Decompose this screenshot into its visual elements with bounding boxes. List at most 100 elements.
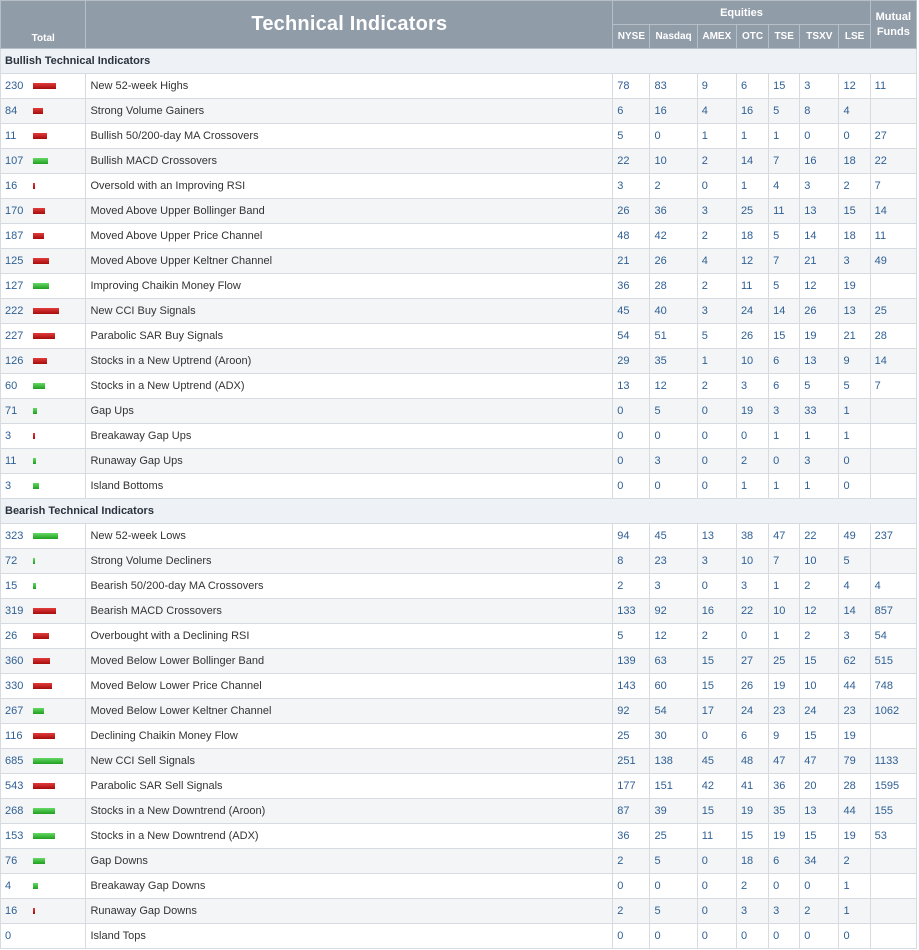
value-cell-mutual-funds[interactable]: 515: [869, 648, 918, 674]
value-cell-otc[interactable]: 0: [735, 423, 770, 449]
value-cell-nasdaq[interactable]: 83: [649, 73, 698, 99]
value-cell-nasdaq[interactable]: 23: [649, 548, 698, 574]
indicator-name-link[interactable]: Overbought with a Declining RSI: [85, 623, 614, 649]
value-cell-tse[interactable]: 7: [768, 548, 801, 574]
value-cell-nasdaq[interactable]: 2: [649, 173, 698, 199]
exchange-column-header-nyse[interactable]: NYSE: [612, 24, 651, 49]
value-cell-otc[interactable]: 14: [735, 148, 770, 174]
indicator-name-link[interactable]: Breakaway Gap Downs: [85, 873, 614, 899]
value-cell-tsxv[interactable]: 13: [799, 798, 840, 824]
table-row[interactable]: 84 Strong Volume Gainers 6 16 4 16 5 8 4: [0, 98, 918, 124]
value-cell-mutual-funds[interactable]: 1133: [869, 748, 918, 774]
total-value[interactable]: 15: [5, 580, 33, 592]
total-value[interactable]: 222: [5, 305, 33, 317]
value-cell-nyse[interactable]: 0: [612, 423, 651, 449]
total-cell[interactable]: 230: [0, 73, 87, 99]
value-cell-nasdaq[interactable]: 10: [649, 148, 698, 174]
value-cell-tsxv[interactable]: 24: [799, 698, 840, 724]
indicator-name-link[interactable]: Stocks in a New Downtrend (Aroon): [85, 798, 614, 824]
value-cell-lse[interactable]: 49: [838, 523, 871, 549]
value-cell-tsxv[interactable]: 2: [799, 898, 840, 924]
value-cell-otc[interactable]: 1: [735, 473, 770, 499]
table-row[interactable]: 268 Stocks in a New Downtrend (Aroon) 87 39…: [0, 798, 918, 824]
value-cell-nasdaq[interactable]: 3: [649, 573, 698, 599]
table-row[interactable]: 16 Runaway Gap Downs 2 5 0 3 3 2 1: [0, 898, 918, 924]
value-cell-nyse[interactable]: 0: [612, 923, 651, 949]
value-cell-nasdaq[interactable]: 39: [649, 798, 698, 824]
value-cell-nasdaq[interactable]: 28: [649, 273, 698, 299]
value-cell-nasdaq[interactable]: 0: [649, 423, 698, 449]
value-cell-lse[interactable]: 0: [838, 123, 871, 149]
value-cell-amex[interactable]: 11: [696, 823, 737, 849]
value-cell-lse[interactable]: 18: [838, 148, 871, 174]
value-cell-lse[interactable]: 3: [838, 248, 871, 274]
value-cell-tse[interactable]: 9: [768, 723, 801, 749]
value-cell-lse[interactable]: 79: [838, 748, 871, 774]
value-cell-amex[interactable]: 0: [696, 448, 737, 474]
value-cell-amex[interactable]: 13: [696, 523, 737, 549]
total-cell[interactable]: 360: [0, 648, 87, 674]
value-cell-amex[interactable]: 9: [696, 73, 737, 99]
value-cell-otc[interactable]: 0: [735, 923, 770, 949]
value-cell-tsxv[interactable]: 21: [799, 248, 840, 274]
total-value[interactable]: 267: [5, 705, 33, 717]
value-cell-tsxv[interactable]: 3: [799, 448, 840, 474]
total-value[interactable]: 319: [5, 605, 33, 617]
total-value[interactable]: 125: [5, 255, 33, 267]
total-value[interactable]: 0: [5, 930, 33, 942]
value-cell-amex[interactable]: 4: [696, 98, 737, 124]
value-cell-lse[interactable]: 21: [838, 323, 871, 349]
value-cell-otc[interactable]: 41: [735, 773, 770, 799]
value-cell-nyse[interactable]: 139: [612, 648, 651, 674]
total-cell[interactable]: 319: [0, 598, 87, 624]
indicator-name-link[interactable]: Runaway Gap Downs: [85, 898, 614, 924]
value-cell-lse[interactable]: 3: [838, 623, 871, 649]
indicator-name-link[interactable]: Moved Above Upper Price Channel: [85, 223, 614, 249]
indicator-name-link[interactable]: Strong Volume Gainers: [85, 98, 614, 124]
total-value[interactable]: 3: [5, 430, 33, 442]
value-cell-tsxv[interactable]: 13: [799, 348, 840, 374]
value-cell-tsxv[interactable]: 13: [799, 198, 840, 224]
value-cell-otc[interactable]: 1: [735, 173, 770, 199]
value-cell-tsxv[interactable]: 3: [799, 73, 840, 99]
indicator-name-link[interactable]: New 52-week Lows: [85, 523, 614, 549]
value-cell-tsxv[interactable]: 3: [799, 173, 840, 199]
value-cell-nyse[interactable]: 143: [612, 673, 651, 699]
indicator-name-link[interactable]: Parabolic SAR Buy Signals: [85, 323, 614, 349]
value-cell-otc[interactable]: 3: [735, 898, 770, 924]
table-row[interactable]: 76 Gap Downs 2 5 0 18 6 34 2: [0, 848, 918, 874]
total-cell[interactable]: 127: [0, 273, 87, 299]
value-cell-lse[interactable]: 19: [838, 723, 871, 749]
total-cell[interactable]: 685: [0, 748, 87, 774]
value-cell-tse[interactable]: 1: [768, 473, 801, 499]
total-cell[interactable]: 330: [0, 673, 87, 699]
value-cell-lse[interactable]: 14: [838, 598, 871, 624]
total-cell[interactable]: 107: [0, 148, 87, 174]
value-cell-amex[interactable]: 0: [696, 473, 737, 499]
indicator-name-link[interactable]: Island Bottoms: [85, 473, 614, 499]
value-cell-mutual-funds[interactable]: 237: [869, 523, 918, 549]
value-cell-otc[interactable]: 24: [735, 698, 770, 724]
value-cell-nasdaq[interactable]: 26: [649, 248, 698, 274]
value-cell-tsxv[interactable]: 12: [799, 598, 840, 624]
total-cell[interactable]: 170: [0, 198, 87, 224]
total-cell[interactable]: 222: [0, 298, 87, 324]
indicator-name-link[interactable]: Moved Above Upper Keltner Channel: [85, 248, 614, 274]
value-cell-mutual-funds[interactable]: 4: [869, 573, 918, 599]
value-cell-nasdaq[interactable]: 0: [649, 123, 698, 149]
indicator-name-link[interactable]: Gap Downs: [85, 848, 614, 874]
total-cell[interactable]: 543: [0, 773, 87, 799]
value-cell-mutual-funds[interactable]: 1062: [869, 698, 918, 724]
value-cell-nyse[interactable]: 26: [612, 198, 651, 224]
value-cell-nyse[interactable]: 25: [612, 723, 651, 749]
indicator-name-link[interactable]: Gap Ups: [85, 398, 614, 424]
value-cell-nasdaq[interactable]: 138: [649, 748, 698, 774]
value-cell-lse[interactable]: 4: [838, 573, 871, 599]
value-cell-tsxv[interactable]: 12: [799, 273, 840, 299]
value-cell-tsxv[interactable]: 0: [799, 873, 840, 899]
indicator-name-link[interactable]: New 52-week Highs: [85, 73, 614, 99]
value-cell-mutual-funds[interactable]: 54: [869, 623, 918, 649]
table-row[interactable]: 153 Stocks in a New Downtrend (ADX) 36 25 11…: [0, 823, 918, 849]
value-cell-tsxv[interactable]: 15: [799, 823, 840, 849]
value-cell-amex[interactable]: 45: [696, 748, 737, 774]
